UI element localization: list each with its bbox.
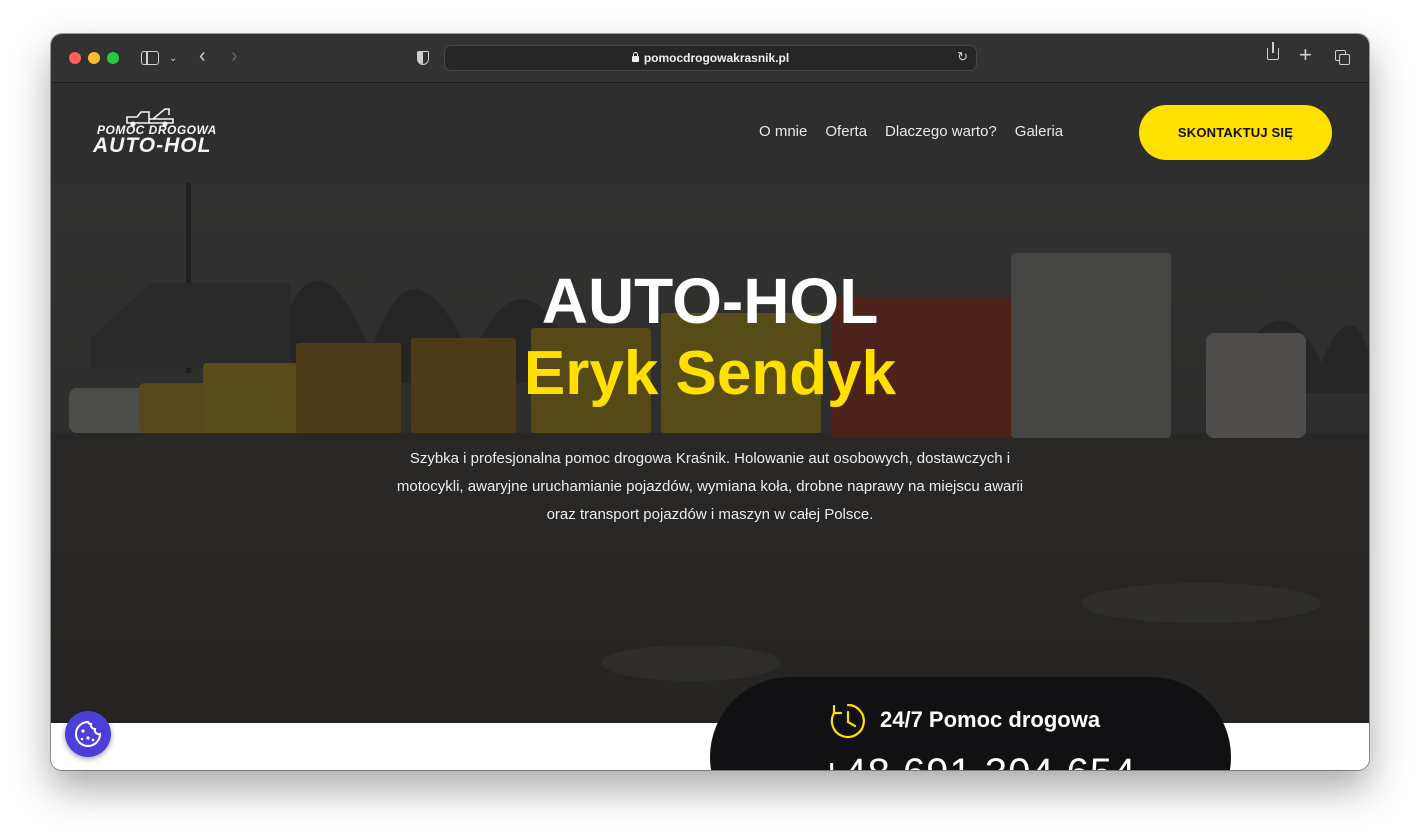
hero-subtitle: Eryk Sendyk	[523, 339, 897, 408]
new-tab-icon[interactable]: +	[1299, 44, 1312, 66]
browser-toolbar: ⌄ ‹ › pomocdrogowakrasnik.pl ↻ +	[51, 34, 1369, 83]
lock-icon	[631, 52, 639, 62]
hero-description: Szybka i profesjonalna pomoc drogowa Kra…	[396, 450, 1024, 523]
minimize-window-button[interactable]	[88, 52, 100, 64]
site-header: POMOC DROGOWA AUTO-HOL O mnie Oferta Dla…	[51, 83, 1369, 183]
hero-title: AUTO-HOL	[541, 265, 879, 337]
nav-link-o-mnie[interactable]: O mnie	[759, 123, 807, 140]
tab-overview-icon[interactable]	[1335, 50, 1350, 65]
address-bar[interactable]: pomocdrogowakrasnik.pl ↻	[444, 45, 977, 71]
logo-line-2: AUTO-HOL	[93, 134, 212, 157]
back-arrow-icon[interactable]: ‹	[199, 45, 206, 67]
nav-link-oferta[interactable]: Oferta	[825, 123, 867, 140]
zoom-window-button[interactable]	[107, 52, 119, 64]
privacy-shield-icon[interactable]	[417, 51, 429, 65]
phone-number[interactable]: +48 691 304 654	[820, 751, 1136, 770]
cookie-icon	[75, 720, 102, 747]
hero-section: AUTO-HOL Eryk Sendyk Szybka i profesjona…	[51, 183, 1369, 723]
address-text: pomocdrogowakrasnik.pl	[445, 51, 976, 65]
main-nav: O mnie Oferta Dlaczego warto? Galeria	[759, 123, 1063, 140]
url-label: pomocdrogowakrasnik.pl	[643, 51, 790, 65]
browser-window: ⌄ ‹ › pomocdrogowakrasnik.pl ↻ + POMOC D…	[51, 34, 1369, 770]
forward-arrow-icon[interactable]: ›	[231, 45, 238, 67]
chevron-down-icon[interactable]: ⌄	[169, 48, 177, 70]
logo[interactable]: POMOC DROGOWA AUTO-HOL	[93, 107, 223, 159]
reload-icon[interactable]: ↻	[957, 49, 968, 65]
clock-icon	[830, 703, 865, 739]
contact-button[interactable]: SKONTAKTUJ SIĘ	[1139, 105, 1332, 160]
share-icon[interactable]	[1267, 42, 1279, 60]
close-window-button[interactable]	[69, 52, 81, 64]
cookie-settings-button[interactable]	[65, 711, 111, 757]
card-title: 24/7 Pomoc drogowa	[880, 707, 1101, 732]
nav-link-galeria[interactable]: Galeria	[1015, 123, 1063, 140]
phone-card: 24/7 Pomoc drogowa +48 691 304 654	[710, 677, 1231, 770]
nav-link-dlaczego-warto[interactable]: Dlaczego warto?	[885, 123, 997, 140]
sidebar-toggle-icon[interactable]	[141, 51, 159, 65]
